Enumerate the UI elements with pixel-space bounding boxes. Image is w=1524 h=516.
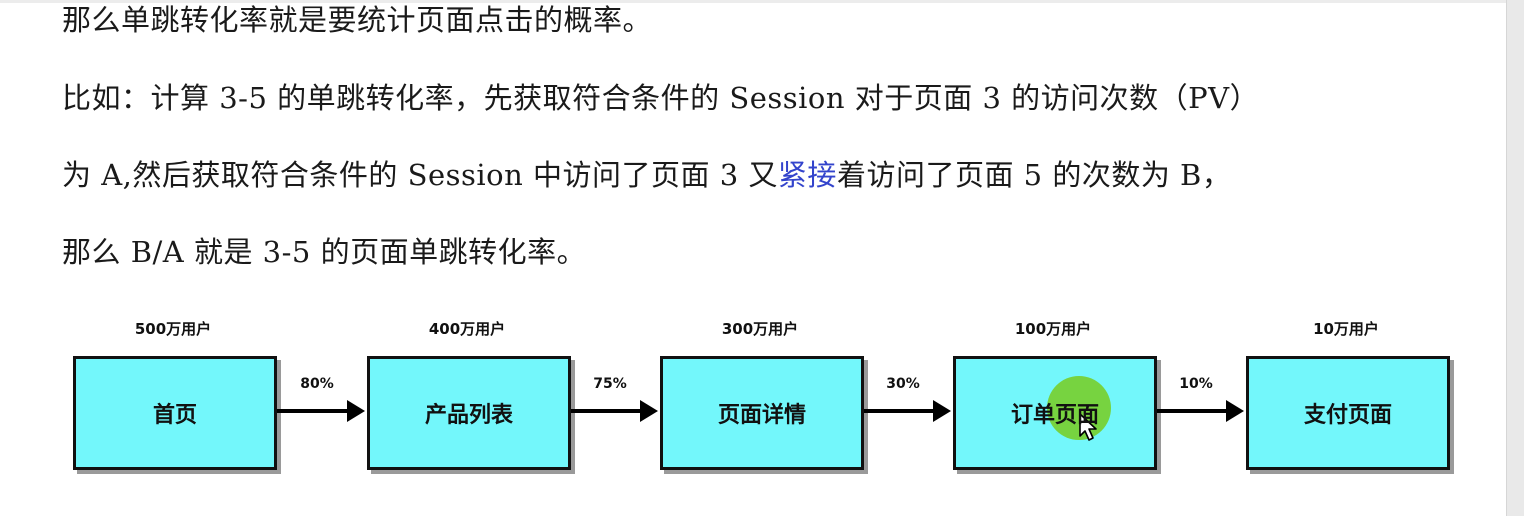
arrow-line [571,409,642,413]
conversion-rate: 75% [593,376,627,392]
paragraph-line-3-start: 为 A,然后获取符合条件的 Session 中访问了页面 3 又 [62,158,778,192]
paragraph-line-2: 比如：计算 3-5 的单跳转化率，先获取符合条件的 Session 对于页面 3… [62,81,1260,115]
step-users-label: 400万用户 [428,320,506,338]
step-users-label: 100万用户 [1014,320,1092,338]
arrow-line [864,409,935,413]
arrow-line [277,409,349,413]
scrollbar-track[interactable] [1506,0,1524,516]
step-users-label: 300万用户 [721,320,799,338]
funnel-step-home: 首页 [73,356,277,470]
funnel-diagram: 500万用户 400万用户 300万用户 100万用户 10万用户 首页 产品列… [0,300,1506,500]
paragraph-line-4: 那么 B/A 就是 3-5 的页面单跳转化率。 [62,235,587,269]
step-users-label: 500万用户 [134,320,212,338]
funnel-step-page-detail: 页面详情 [660,356,864,470]
funnel-step-order-page: 订单页面 [953,356,1157,470]
step-label: 订单页面 [1010,402,1099,428]
step-label: 页面详情 [717,402,806,428]
arrow-right-icon [933,400,951,422]
arrow-right-icon [347,400,365,422]
conversion-rate: 10% [1179,376,1213,392]
step-label: 产品列表 [424,402,513,428]
step-label: 支付页面 [1303,402,1392,428]
arrow-line [1157,409,1228,413]
arrow-right-icon [1226,400,1244,422]
paragraph-line-3: 为 A,然后获取符合条件的 Session 中访问了页面 3 又紧接着访问了页面… [62,155,1231,195]
step-label: 首页 [152,402,197,428]
paragraph-line-1: 那么单跳转化率就是要统计页面点击的概率。 [62,3,653,37]
highlighted-word-link[interactable]: 紧接 [778,158,837,192]
conversion-rate: 80% [300,376,334,392]
step-users-label: 10万用户 [1313,320,1379,338]
conversion-rate: 30% [886,376,920,392]
arrow-right-icon [640,400,658,422]
paragraph-line-3-end: 着访问了页面 5 的次数为 B， [836,158,1232,192]
funnel-step-payment-page: 支付页面 [1246,356,1450,470]
funnel-step-product-list: 产品列表 [367,356,571,470]
